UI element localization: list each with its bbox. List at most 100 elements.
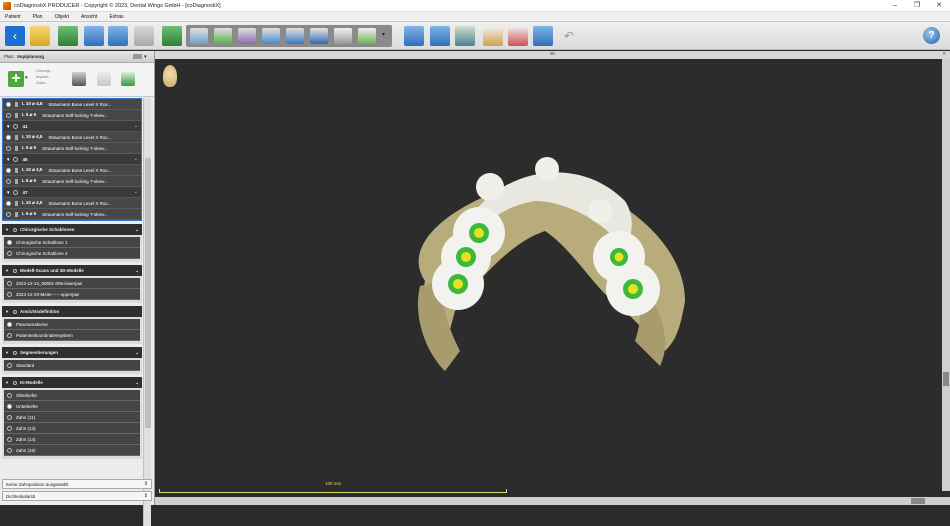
viewport-3d[interactable]: 3D ✕ 100 mm [155,51,950,505]
implant-tool-2-icon[interactable] [214,28,232,44]
list-item[interactable]: Zahn (11) [4,412,140,423]
object-tree-list: L 10 ⌀ 4,5 Straumann Bone Level X Rox... … [2,98,142,526]
scale-label: 100 mm [325,481,342,486]
chevron-down-icon[interactable]: ▾ [382,31,385,38]
panel-scroll-thumb[interactable] [145,158,151,428]
title-bar: coDiagnostiX PRODUCER - Copyright © 2023… [0,0,950,12]
section-view-definition[interactable]: ▼ Ansichtsdefinition [2,306,142,317]
implant-core [461,252,471,262]
scan-tool-icon[interactable] [121,72,135,86]
guide-cutout [476,173,504,201]
panel-dropdown-icon[interactable]: ▾ [144,54,147,60]
viewport-horizontal-scrollbar[interactable] [155,497,950,505]
list-item[interactable]: L 5 ⌀ 5 Straumann Self-locking T-sleev... [3,176,141,187]
implant-core [628,284,638,294]
list-item[interactable]: Chirurgische Schablone 2 [4,248,140,259]
ai-models-list: Oberkiefer Unterkiefer Zahn (11) Zahn (1… [2,388,142,459]
box-tool-button[interactable] [533,26,553,46]
section-surgical-guides[interactable]: ▼ Chirurgische Schablonen ⌄ [2,224,142,235]
panel-layout-icon[interactable] [133,54,142,59]
menu-patient[interactable]: Patient [5,14,21,20]
add-option-3[interactable]: Zahn... [36,80,53,86]
list-item[interactable]: L 5 ⌀ 5 Straumann Self-locking T-sleev... [3,143,141,154]
model-scans-list: 2023-12-13_00001-006-lowerjaw 2023-12-20… [2,276,142,303]
menu-ansicht[interactable]: Ansicht [81,14,97,20]
model-tool-button[interactable] [162,26,182,46]
list-item[interactable]: Zahn (14) [4,434,140,445]
implant-core [453,279,463,289]
list-item[interactable]: L 10 ⌀ 4,5 Straumann Bone Level X Rox... [3,198,141,209]
density-scale-select[interactable]: Dichteskala/sb ⇕ [2,491,152,501]
viewport-vertical-thumb[interactable] [943,372,949,386]
list-item[interactable]: L 10 ⌀ 4,5 Straumann Bone Level X Rox... [3,99,141,110]
tooth-position-select[interactable]: Keine Zahnposition ausgewählt ⇕ [2,479,152,489]
menu-bar: Patient Plan Objekt Ansicht Extras [0,12,950,22]
help-icon[interactable]: ? [923,27,940,44]
panel-header-prefix: Plan: [4,54,15,59]
list-item[interactable]: Unterkiefer [4,401,140,412]
disabled-tool-button[interactable] [134,26,154,46]
implant-group-41[interactable]: ▼ 41 ⌄ [3,121,141,132]
open-folder-button[interactable] [30,26,50,46]
pen-tool-button[interactable] [483,26,503,46]
pin-tool-button[interactable] [508,26,528,46]
menu-objekt[interactable]: Objekt [55,14,69,20]
panel-scrollbar[interactable] [143,98,151,526]
list-item[interactable]: Chirurgische Schablone 1 [4,237,140,248]
list-item[interactable]: Oberkiefer [4,390,140,401]
edit-disabled-icon[interactable] [97,72,111,86]
rotate-model-button[interactable] [84,26,104,46]
undo-icon[interactable]: ↶ [559,26,579,46]
segmentations-list: Standard [2,358,142,374]
close-button[interactable]: ✕ [928,0,950,12]
list-item[interactable]: Patientenkoordinatensystem [4,330,140,341]
viewport-vertical-scrollbar[interactable] [942,59,950,491]
section-segmentations[interactable]: ▼ Segmentierungen ⌄ [2,347,142,358]
back-button[interactable]: ‹ [5,26,25,46]
measure-tool-button[interactable] [404,26,424,46]
window-title: coDiagnostiX PRODUCER - Copyright © 2023… [14,2,221,9]
implant-tool-5-icon[interactable] [286,28,304,44]
maximize-button[interactable]: ❐ [906,0,928,12]
guide-cutout [588,199,612,223]
list-item[interactable]: L 10 ⌀ 4,5 Straumann Bone Level X Rox... [3,165,141,176]
panel-header-title: Implplanung [17,54,45,59]
multi-view-button[interactable] [108,26,128,46]
grid-tool-button[interactable] [455,26,475,46]
screenshot-tool-button[interactable] [430,26,450,46]
list-item[interactable]: 2023-12-20-Meier------upperjaw [4,289,140,300]
implant-tool-1-icon[interactable] [190,28,208,44]
section-model-scans[interactable]: ▼ Modell-Scans und 3D-Modelle ⌄ [2,265,142,276]
section-ai-models[interactable]: ▼ KI-Modelle ⌄ [2,377,142,388]
add-options-list: Chirurgi... Implan... Zahn... [36,68,53,86]
minimize-button[interactable]: – [884,0,906,12]
list-item[interactable]: L 5 ⌀ 5 Straumann Self-locking T-sleev... [3,110,141,121]
panel-toolbox: + ▾ Chirurgi... Implan... Zahn... [0,63,154,97]
jaw-3d-model [417,157,685,371]
implant-tool-6-icon[interactable] [310,28,328,44]
list-item[interactable]: Panoramakurve [4,319,140,330]
window-controls: – ❐ ✕ [884,0,950,12]
viewport-horizontal-thumb[interactable] [911,498,925,504]
list-item[interactable]: 2023-12-13_00001-006-lowerjaw [4,278,140,289]
menu-plan[interactable]: Plan [33,14,43,20]
implant-tool-7-icon[interactable] [334,28,352,44]
add-dropdown-icon[interactable]: ▾ [25,75,28,81]
list-item[interactable]: Zahn (13) [4,423,140,434]
menu-extras[interactable]: Extras [109,14,123,20]
add-object-button[interactable]: + [8,71,24,87]
implant-group-47[interactable]: ▼ 47 ⌄ [3,187,141,198]
scale-bar [159,489,507,493]
implant-tool-4-icon[interactable] [262,28,280,44]
implant-tool-8-icon[interactable] [358,28,376,44]
implant-group-46[interactable]: ▼ 46 ⌄ [3,154,141,165]
list-item[interactable]: L 10 ⌀ 4,5 Straumann Bone Level X Rox... [3,132,141,143]
implant-tool-3-icon[interactable] [238,28,256,44]
implant-icon[interactable] [72,72,86,86]
object-tree-panel: Plan: Implplanung ▾ + ▾ Chirurgi... Impl… [0,51,155,526]
list-item[interactable]: Zahn (15) [4,445,140,456]
cube-view-button[interactable] [58,26,78,46]
list-item[interactable]: L 5 ⌀ 5 Straumann Self-locking T-sleev... [3,209,141,220]
implant-core [614,252,624,262]
list-item[interactable]: Standard [4,360,140,371]
